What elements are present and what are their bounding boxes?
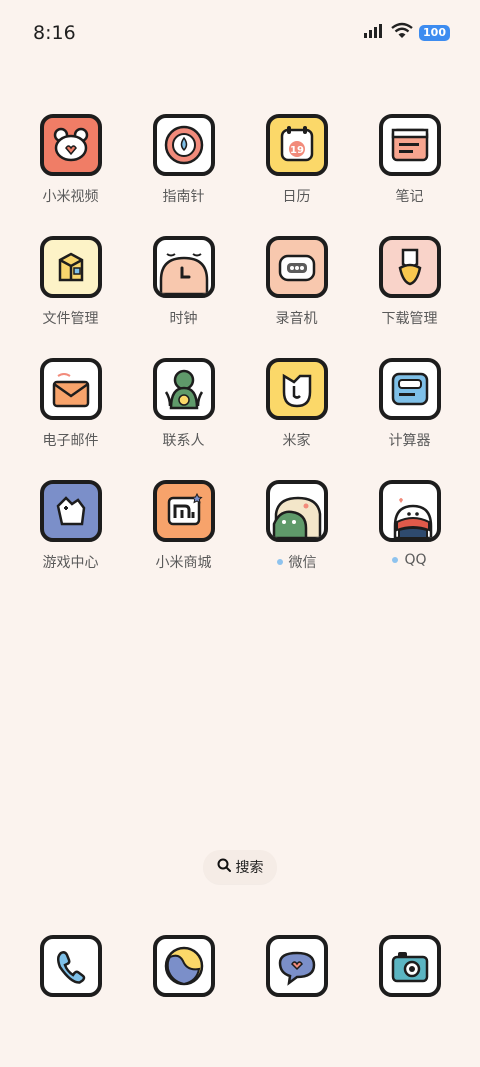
wifi-icon [391,22,413,43]
app-label: 录音机 [275,311,318,327]
download-icon [378,236,441,298]
search-button[interactable]: 搜索 [203,850,277,884]
camera-icon[interactable] [378,935,441,997]
calendar-date: 19 [290,145,304,156]
calculator-icon [378,358,441,420]
app-download-manager[interactable]: 下载管理 [353,236,466,358]
search-label: 搜索 [235,860,264,876]
app-label: 联系人 [162,433,205,449]
app-calculator[interactable]: 计算器 [353,358,466,480]
dock [14,935,466,997]
clock-icon [152,236,215,298]
video-bear-icon [39,114,102,176]
app-clock[interactable]: 时钟 [127,236,240,358]
app-qq[interactable]: QQ [353,480,466,602]
search-icon [217,858,231,876]
app-label: 计算器 [388,433,431,449]
mijia-icon [265,358,328,420]
app-grid: 小米视频 指南针 19 日历 笔记 文件管理 时钟 录音机 下载管理 电子邮件 … [14,114,466,602]
app-label: 米家 [282,433,311,449]
folder-box-icon [39,236,102,298]
app-label: QQ [392,552,427,568]
messages-icon[interactable] [265,935,328,997]
app-game-center[interactable]: 游戏中心 [14,480,127,602]
contacts-icon [152,358,215,420]
update-badge-dot [392,557,399,563]
app-label: 小米视频 [42,189,99,205]
notes-icon [378,114,441,176]
wechat-icon [265,480,328,542]
app-email[interactable]: 电子邮件 [14,358,127,480]
app-mijia[interactable]: 米家 [240,358,353,480]
app-label: 游戏中心 [42,555,99,571]
app-label: 指南针 [162,189,205,205]
status-time: 8:16 [33,22,76,44]
app-notes[interactable]: 笔记 [353,114,466,236]
app-label: 电子邮件 [42,433,99,449]
mi-store-icon [152,480,215,542]
app-label: 微信 [276,552,317,572]
app-label: 日历 [282,189,311,205]
status-bar: 8:16 100 [0,0,480,68]
battery-indicator: 100 [419,24,450,41]
recorder-icon [265,236,328,298]
app-label: 笔记 [395,189,424,205]
app-mi-video[interactable]: 小米视频 [14,114,127,236]
app-compass[interactable]: 指南针 [127,114,240,236]
compass-icon [152,114,215,176]
app-recorder[interactable]: 录音机 [240,236,353,358]
envelope-icon [39,358,102,420]
app-wechat[interactable]: 微信 [240,480,353,602]
phone-icon[interactable] [39,935,102,997]
qq-icon [378,480,441,542]
signal-icon [363,23,385,43]
app-calendar[interactable]: 19 日历 [240,114,353,236]
app-contacts[interactable]: 联系人 [127,358,240,480]
calendar-icon: 19 [265,114,328,176]
app-mi-store[interactable]: 小米商城 [127,480,240,602]
browser-globe-icon[interactable] [152,935,215,997]
app-label: 时钟 [169,311,198,327]
game-center-icon [39,480,102,542]
app-label: 文件管理 [42,311,99,327]
app-label: 小米商城 [155,555,212,571]
app-file-manager[interactable]: 文件管理 [14,236,127,358]
update-badge-dot [276,559,283,565]
app-label: 下载管理 [381,311,438,327]
status-icons: 100 [363,22,450,43]
